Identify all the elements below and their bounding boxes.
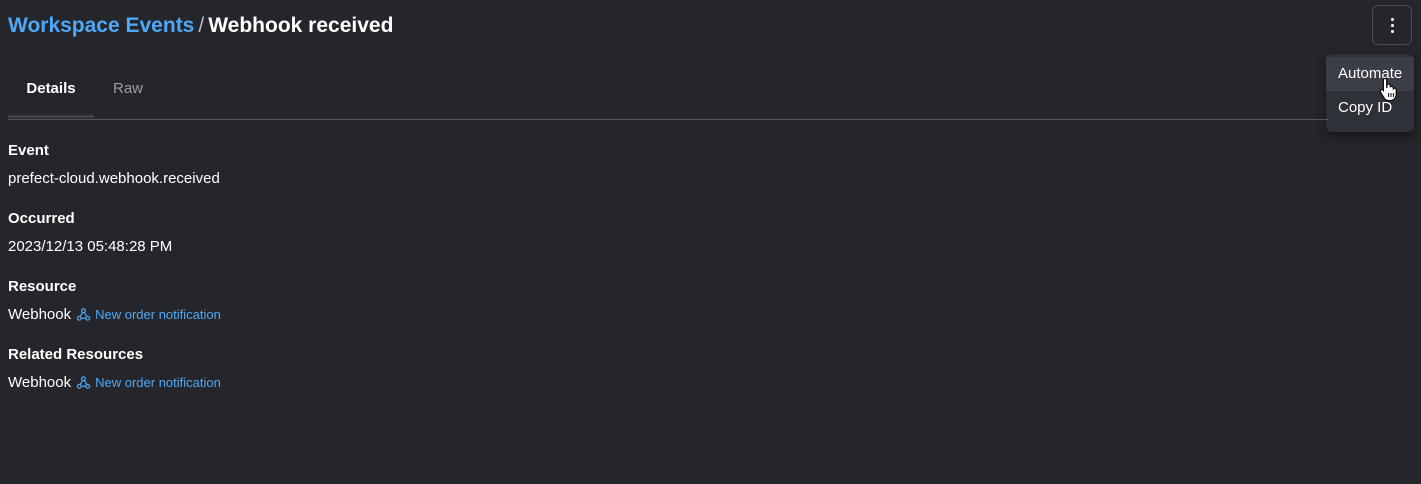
- breadcrumb-workspace-events-link[interactable]: Workspace Events: [8, 14, 194, 37]
- related-resources-label: Related Resources: [8, 346, 144, 363]
- related-resource-link-text: New order notification: [95, 375, 221, 390]
- related-resources-value: Webhook New order notification: [8, 374, 221, 391]
- occurred-value: 2023/12/13 05:48:28 PM: [8, 238, 173, 255]
- menu-item-automate[interactable]: Automate: [1326, 57, 1414, 91]
- event-detail-page: Workspace Events / Webhook received Automa…: [0, 0, 1421, 484]
- more-actions-button[interactable]: [1372, 5, 1412, 45]
- hand-pointer-cursor-icon: [1379, 77, 1397, 101]
- resource-value: Webhook New order notification: [8, 306, 221, 323]
- event-label: Event: [8, 142, 49, 159]
- kebab-vertical-icon: [1390, 17, 1394, 33]
- occurred-label: Occurred: [8, 210, 75, 227]
- tab-details[interactable]: Details: [8, 70, 94, 118]
- breadcrumb-separator: /: [198, 14, 205, 37]
- tab-bar: Details Raw: [8, 70, 1328, 120]
- breadcrumb: Workspace Events / Webhook received: [8, 12, 393, 40]
- tab-raw[interactable]: Raw: [94, 70, 162, 118]
- related-resource-type: Webhook: [8, 374, 72, 391]
- resource-link[interactable]: New order notification: [76, 307, 221, 322]
- related-resource-link[interactable]: New order notification: [76, 375, 221, 390]
- page-title: Webhook received: [208, 14, 394, 37]
- resource-type: Webhook: [8, 306, 72, 323]
- resource-label: Resource: [8, 278, 77, 295]
- event-value: prefect-cloud.webhook.received: [8, 170, 220, 187]
- webhook-icon: [76, 376, 91, 389]
- actions-dropdown-menu: Automate Copy ID: [1326, 54, 1414, 132]
- resource-link-text: New order notification: [95, 307, 221, 322]
- menu-item-copy-id[interactable]: Copy ID: [1326, 91, 1414, 125]
- webhook-icon: [76, 308, 91, 321]
